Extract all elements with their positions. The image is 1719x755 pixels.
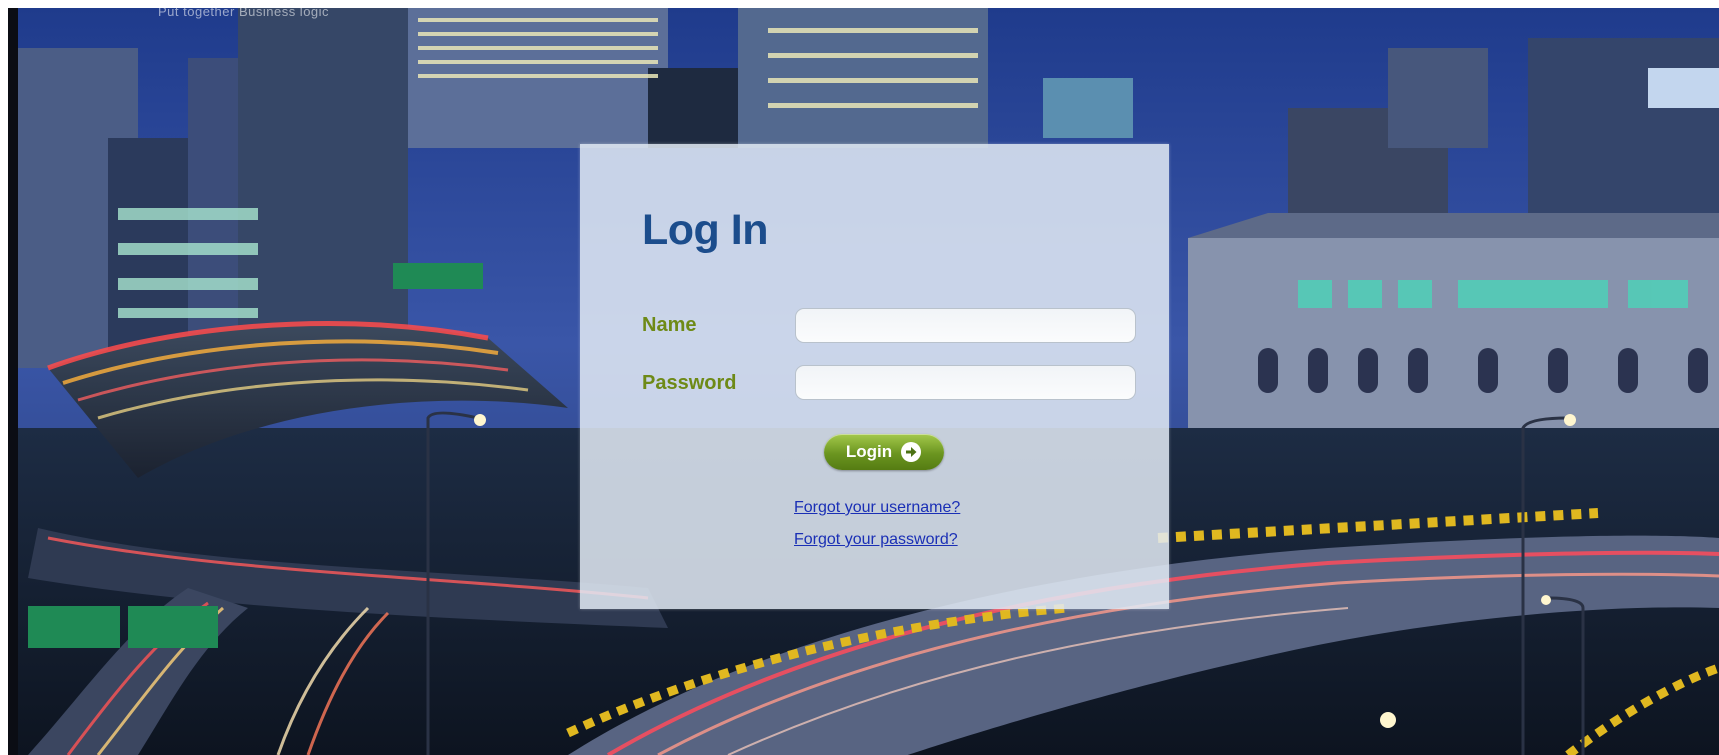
arrow-right-circle-icon [901, 442, 922, 462]
page-frame: Put together Business logic Log In Name … [8, 8, 1719, 755]
login-button[interactable]: Login [824, 434, 944, 470]
name-input[interactable] [795, 308, 1136, 343]
background-caption: Put together Business logic [158, 8, 330, 19]
left-edge-strip [8, 8, 18, 755]
login-panel: Log In Name Password Login Forgot your u… [580, 144, 1169, 609]
forgot-username-link[interactable]: Forgot your username? [794, 499, 960, 517]
login-title: Log In [642, 206, 768, 254]
password-input[interactable] [795, 365, 1136, 400]
name-label: Name [642, 314, 697, 336]
forgot-password-link[interactable]: Forgot your password? [794, 531, 958, 549]
password-label: Password [642, 372, 737, 394]
login-button-label: Login [845, 442, 893, 461]
